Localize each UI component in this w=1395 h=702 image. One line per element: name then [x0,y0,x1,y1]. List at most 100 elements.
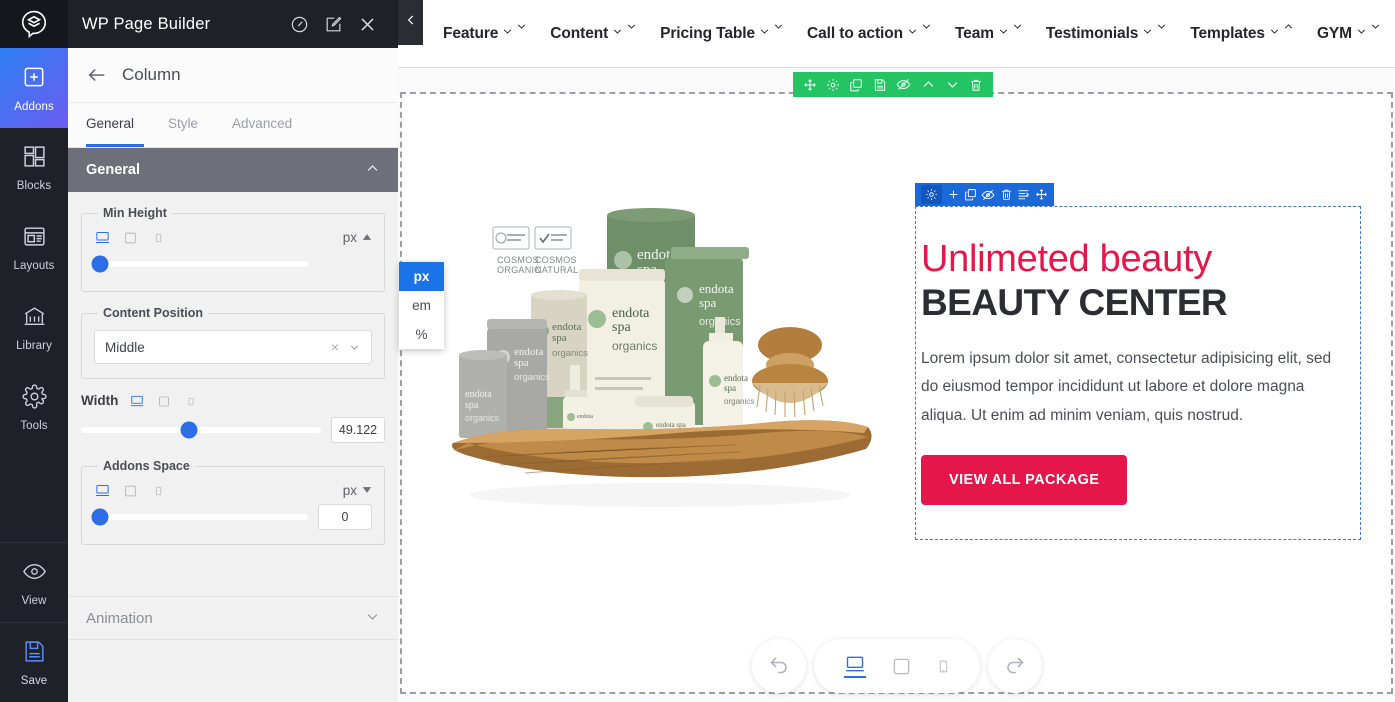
svg-text:organics: organics [465,413,500,423]
tablet-icon[interactable] [122,483,139,498]
close-icon[interactable] [350,7,384,41]
desktop-icon[interactable] [843,654,866,678]
gear-icon[interactable] [826,78,840,92]
nav-item-pricing-table[interactable]: Pricing Table [660,24,785,43]
svg-text:spa: spa [514,357,529,369]
plus-square-icon [21,64,47,95]
row-toolbar[interactable] [793,72,993,97]
tablet-icon[interactable] [155,393,172,408]
floppy-disk-icon [22,639,47,669]
nav-item-testimonials[interactable]: Testimonials [1046,24,1168,43]
section-animation-header[interactable]: Animation [68,596,398,640]
tab-style[interactable]: Style [158,103,208,147]
chevron-down-icon [611,24,638,38]
column-toolbar[interactable] [915,183,1054,207]
move-icon[interactable] [803,78,817,92]
arrow-left-icon[interactable] [86,64,108,86]
main-heading[interactable]: BEAUTY CENTER [921,281,1350,325]
field-content-position: Content Position Middle × [81,306,385,379]
nav-item-gym[interactable]: GYM [1317,24,1382,43]
tab-general[interactable]: General [86,103,145,147]
plus-icon[interactable] [947,188,960,201]
addons-space-slider-knob[interactable] [91,508,109,526]
redo-button[interactable] [987,639,1042,693]
min-height-unit-toggle[interactable]: px [343,230,372,245]
sidebar-item-addons[interactable]: Addons [0,48,68,128]
view-all-package-button[interactable]: VIEW ALL PACKAGE [921,454,1128,505]
field-min-height-label: Min Height [103,206,167,220]
unit-option-em[interactable]: em [399,291,444,320]
indent-icon[interactable] [1017,188,1030,201]
addons-space-slider[interactable] [91,508,308,526]
unit-option-percent[interactable]: % [399,320,444,349]
mobile-icon[interactable] [150,483,167,498]
sidebar-item-save[interactable]: Save [0,622,68,702]
addons-space-unit-toggle[interactable]: px [343,483,372,498]
min-height-slider-knob[interactable] [91,255,109,273]
nav-item-content[interactable]: Content [550,24,638,43]
addons-topnav: Feature Content Pricing Table Call to ac… [398,0,1395,68]
min-height-slider[interactable] [91,255,308,273]
min-height-unit-value: px [342,230,357,245]
undo-button[interactable] [751,639,806,693]
rail-spacer [0,448,68,542]
sidebar-item-label: Library [16,340,52,352]
svg-text:organics: organics [612,339,657,353]
tab-advanced[interactable]: Advanced [222,103,302,147]
tablet-icon[interactable] [122,230,139,245]
column-image[interactable]: COSMOS ORGANIC COSMOS NATURAL endota end… [432,176,887,568]
close-small-icon[interactable]: × [331,339,339,355]
unit-dropdown-popup[interactable]: px em % [399,262,444,349]
svg-text:organics: organics [514,372,550,383]
chevron-down-icon[interactable] [348,341,361,354]
section-general-header[interactable]: General [68,148,398,192]
width-slider-knob[interactable] [180,421,198,439]
sidebar-item-tools[interactable]: Tools [0,368,68,448]
min-height-device-row: px [94,230,372,245]
chevron-down-icon[interactable] [945,77,960,92]
gear-icon [21,384,47,414]
trash-icon[interactable] [1000,188,1013,201]
trash-icon[interactable] [969,78,983,92]
gear-icon[interactable] [921,185,943,205]
tablet-icon[interactable] [892,657,911,676]
copy-icon[interactable] [849,78,863,92]
nav-item-feature[interactable]: Feature [443,24,528,43]
nav-item-team[interactable]: Team [955,24,1024,43]
mobile-icon[interactable] [182,393,199,408]
desktop-icon[interactable] [128,393,145,408]
desktop-icon[interactable] [94,483,111,498]
panel-collapse-button[interactable] [398,0,423,45]
sidebar-item-blocks[interactable]: Blocks [0,128,68,208]
sidebar-item-label: View [21,594,47,607]
svg-text:spa: spa [612,320,631,335]
eye-off-icon[interactable] [896,77,911,92]
sidebar-item-library[interactable]: Library [0,288,68,368]
nav-item-templates[interactable]: Templates [1190,23,1295,43]
addons-space-value-input[interactable]: 0 [318,504,372,530]
content-position-select[interactable]: Middle × [94,330,372,364]
edit-square-icon[interactable] [316,7,350,41]
sidebar-item-view[interactable]: View [0,542,68,622]
sidebar-item-layouts[interactable]: Layouts [0,208,68,288]
gauge-icon[interactable] [282,7,316,41]
mobile-icon[interactable] [937,657,950,676]
undo-icon [767,652,791,681]
body-paragraph[interactable]: Lorem ipsum dolor sit amet, consectetur … [921,345,1350,431]
column-text[interactable]: Unlimeted beauty BEAUTY CENTER Lorem ips… [915,183,1361,540]
svg-text:endota: endota [612,306,650,321]
move-icon[interactable] [1035,188,1048,201]
save-icon[interactable] [873,78,887,92]
unit-option-px[interactable]: px [399,262,444,291]
script-heading[interactable]: Unlimeted beauty [921,237,1350,282]
panel-footer-space [68,640,398,702]
eye-off-icon[interactable] [981,188,995,202]
mobile-icon[interactable] [150,230,167,245]
width-value-input[interactable]: 49.122 [331,417,385,443]
desktop-icon[interactable] [94,230,111,245]
copy-icon[interactable] [964,188,977,201]
chevron-up-icon[interactable] [921,77,936,92]
width-slider[interactable] [81,421,321,439]
nav-item-call-to-action[interactable]: Call to action [807,24,933,43]
app-logo[interactable] [0,0,68,48]
